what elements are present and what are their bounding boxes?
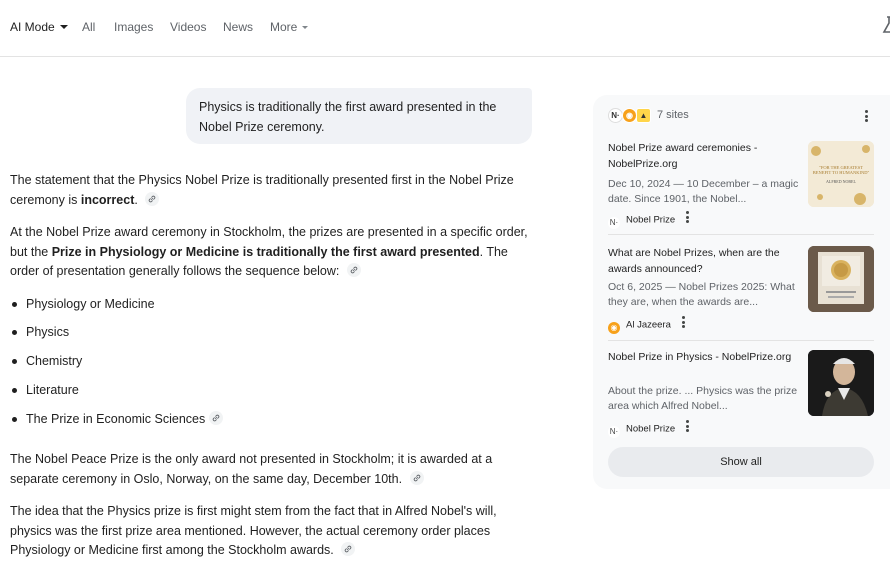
answer-bold-text: Prize in Physiology or Medicine is tradi…	[51, 244, 480, 259]
aljazeera-favicon: ◉	[622, 108, 637, 123]
source-thumbnail: "FOR THE GREATEST BENEFIT TO HUMANKIND" …	[808, 141, 874, 207]
list-item: The Prize in Economic Sciences	[10, 410, 535, 439]
svg-text:BENEFIT TO HUMANKIND": BENEFIT TO HUMANKIND"	[813, 170, 870, 175]
source-thumbnail	[808, 246, 874, 312]
link-icon[interactable]	[346, 263, 361, 277]
list-item: Physiology or Medicine	[10, 295, 535, 324]
source-site-name: Al Jazeera	[626, 319, 671, 331]
source-card[interactable]: What are Nobel Prizes, when are the awar…	[608, 245, 874, 334]
chevron-down-icon	[59, 25, 68, 29]
source-thumbnail	[808, 350, 874, 416]
answer-paragraph: The statement that the Physics Nobel Pri…	[10, 171, 535, 210]
tab-label: More	[270, 20, 298, 34]
tab-label: AI Mode	[10, 20, 55, 34]
show-all-button[interactable]: Show all	[608, 447, 874, 477]
list-item-text: The Prize in Economic Sciences	[26, 411, 206, 426]
list-item: Literature	[10, 381, 535, 410]
source-snippet: About the prize. ... Physics was the pri…	[608, 385, 798, 412]
source-card[interactable]: Nobel Prize award ceremonies - NobelPriz…	[608, 140, 874, 229]
answer-bold-text: incorrect	[80, 192, 135, 207]
list-item: Chemistry	[10, 352, 535, 381]
sources-panel: N· ◉ ▲ 7 sites Nobel Prize award ceremon…	[593, 95, 890, 489]
source-site: N· Nobel Prize	[608, 420, 689, 438]
link-icon[interactable]	[341, 542, 356, 557]
source-card[interactable]: Nobel Prize in Physics - NobelPrize.org …	[608, 349, 874, 438]
site-favicon: ▲	[636, 108, 651, 123]
link-icon[interactable]	[209, 410, 224, 425]
more-vert-icon[interactable]	[865, 110, 868, 124]
tab-news[interactable]: News	[223, 20, 253, 34]
sites-count: 7 sites	[657, 109, 689, 121]
link-icon[interactable]	[145, 191, 160, 206]
svg-text:ALFRED NOBEL: ALFRED NOBEL	[826, 179, 856, 184]
answer-text: .	[134, 192, 138, 207]
source-title[interactable]: What are Nobel Prizes, when are the awar…	[608, 245, 798, 277]
aljazeera-favicon: ◉	[608, 321, 620, 334]
answer-paragraph: At the Nobel Prize award ceremony in Sto…	[10, 223, 535, 282]
source-snippet: Dec 10, 2024 — 10 December – a magic dat…	[608, 178, 799, 205]
answer-paragraph: The idea that the Physics prize is first…	[10, 502, 535, 561]
tab-more[interactable]: More	[270, 20, 309, 34]
answer-text: The idea that the Physics prize is first…	[10, 504, 497, 558]
divider	[608, 234, 874, 235]
ai-answer: The statement that the Physics Nobel Pri…	[10, 171, 535, 562]
source-site: ◉ Al Jazeera	[608, 316, 685, 334]
divider	[608, 340, 874, 341]
source-site-name: Nobel Prize	[626, 214, 676, 226]
more-vert-icon[interactable]	[685, 420, 689, 434]
user-query-bubble: Physics is traditionally the first award…	[186, 88, 532, 144]
nobel-favicon: N·	[608, 425, 620, 438]
source-title[interactable]: Nobel Prize award ceremonies - NobelPriz…	[608, 140, 798, 172]
link-icon[interactable]	[409, 470, 424, 485]
source-site: N· Nobel Prize	[608, 211, 689, 229]
nobel-favicon: N·	[608, 216, 620, 229]
answer-paragraph: The Nobel Peace Prize is the only award …	[10, 450, 535, 489]
tab-videos[interactable]: Videos	[170, 20, 206, 34]
prize-order-list: Physiology or Medicine Physics Chemistry…	[10, 295, 535, 439]
top-nav: AI Mode All Images Videos News More	[0, 0, 890, 57]
source-title[interactable]: Nobel Prize in Physics - NobelPrize.org	[608, 349, 798, 365]
chevron-down-icon	[302, 26, 309, 29]
sources-header[interactable]: N· ◉ ▲ 7 sites	[608, 107, 878, 125]
tab-images[interactable]: Images	[114, 20, 153, 34]
more-vert-icon[interactable]	[681, 316, 685, 330]
more-vert-icon[interactable]	[685, 211, 689, 225]
tab-ai-mode[interactable]: AI Mode	[10, 20, 68, 34]
nobel-favicon: N·	[608, 108, 623, 123]
labs-icon[interactable]	[882, 16, 890, 34]
tab-all[interactable]: All	[82, 20, 95, 34]
source-site-name: Nobel Prize	[626, 423, 676, 435]
site-favicons: N· ◉ ▲	[608, 108, 654, 124]
list-item: Physics	[10, 323, 535, 352]
source-snippet: Oct 6, 2025 — Nobel Prizes 2025: What th…	[608, 281, 795, 308]
